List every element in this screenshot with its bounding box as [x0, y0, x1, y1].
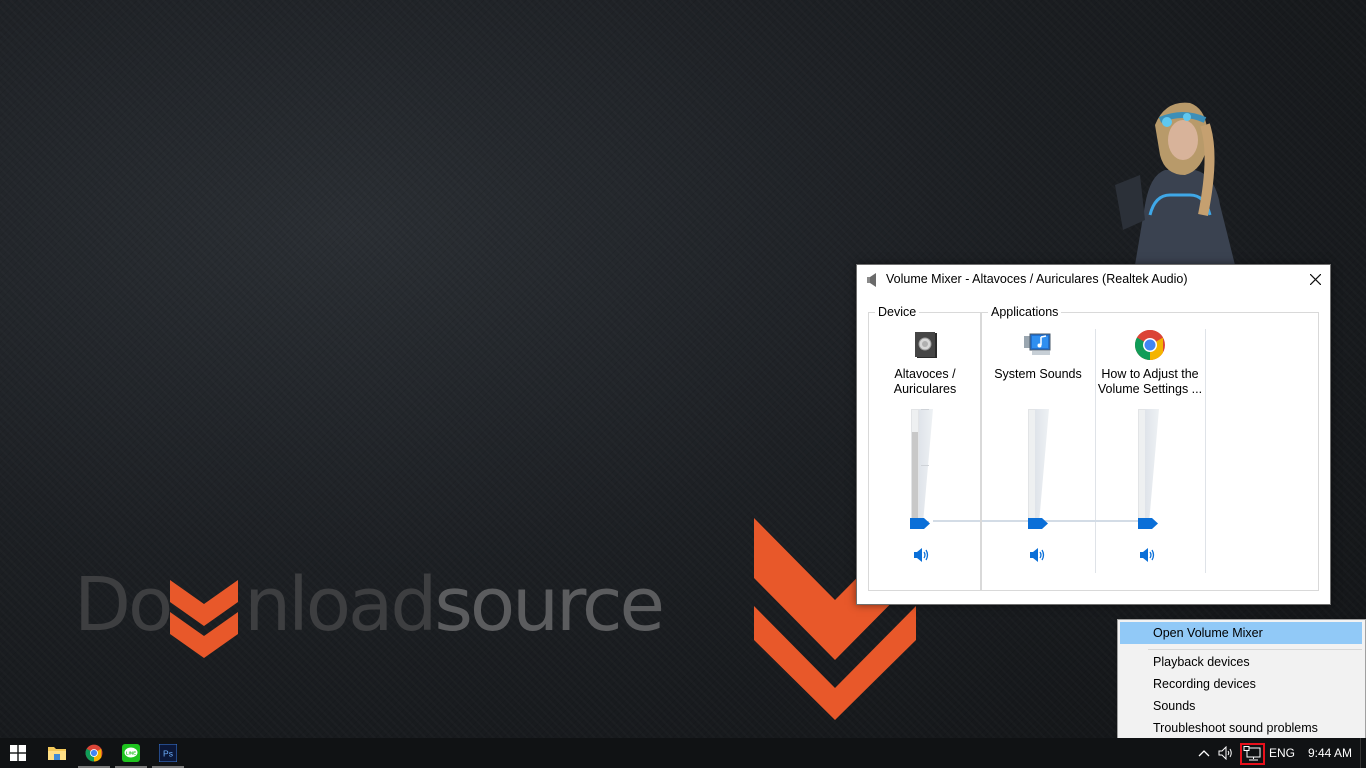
show-hidden-icons-button[interactable]	[1194, 738, 1214, 768]
volume-icon	[1218, 746, 1232, 760]
volume-mixer-window: Volume Mixer - Altavoces / Auriculares (…	[856, 264, 1331, 605]
wallpaper-character	[1115, 102, 1235, 265]
windows-icon	[10, 745, 26, 761]
channel-label: System Sounds	[983, 367, 1093, 382]
volume-track[interactable]	[1138, 409, 1146, 521]
photoshop-icon: Ps	[159, 744, 177, 762]
channel-label-line1: System Sounds	[994, 367, 1082, 381]
line-icon: LINE	[122, 744, 140, 762]
taskbar-file-explorer[interactable]	[39, 738, 75, 768]
column-separator	[1205, 329, 1206, 573]
volume-slider-thumb[interactable]	[1028, 518, 1048, 529]
logo-chevron-small-icon	[170, 580, 238, 658]
peak-meter-fill	[912, 432, 918, 520]
taskbar-line[interactable]: LINE	[113, 738, 149, 768]
logo-text-part1: Do	[74, 562, 173, 648]
menu-item-troubleshoot-sound[interactable]: Troubleshoot sound problems	[1120, 717, 1362, 739]
volume-level-wedge	[1145, 409, 1159, 521]
chrome-icon	[1134, 330, 1165, 360]
tick-mark	[921, 465, 929, 466]
folder-icon	[48, 747, 66, 760]
wallpaper-logo: Do nloadsource	[74, 568, 665, 642]
volume-tray-button[interactable]	[1215, 738, 1237, 768]
channel-label-line1: How to Adjust the	[1101, 367, 1199, 381]
chevron-up-icon	[1198, 750, 1210, 757]
mute-button-system-sounds[interactable]	[1029, 547, 1047, 563]
clock[interactable]: 9:44 AM	[1308, 738, 1352, 768]
volume-track[interactable]	[1028, 409, 1036, 521]
volume-slider-thumb[interactable]	[1138, 518, 1158, 529]
device-group: Device Altavoces / Auriculares	[868, 305, 981, 591]
applications-group: Applications System Sounds How to Adjust…	[981, 305, 1319, 591]
volume-level-wedge	[1035, 409, 1049, 521]
taskbar: LINE Ps ENG 9:44 AM	[0, 738, 1366, 768]
applications-group-label: Applications	[988, 305, 1062, 319]
language-indicator[interactable]: ENG	[1269, 738, 1295, 768]
sound-context-menu: Open Volume Mixer Playback devices Recor…	[1117, 619, 1366, 743]
mute-button-device[interactable]	[913, 547, 931, 563]
title-bar[interactable]: Volume Mixer - Altavoces / Auriculares (…	[857, 265, 1330, 295]
speaker-icon	[867, 273, 876, 287]
channel-device: Altavoces / Auriculares	[870, 329, 980, 589]
menu-item-sounds[interactable]: Sounds	[1120, 695, 1362, 717]
logo-text-part2: nload	[244, 562, 437, 648]
channel-label-line2: Auriculares	[893, 382, 957, 396]
volume-slider-thumb[interactable]	[910, 518, 930, 529]
start-button[interactable]	[0, 738, 36, 768]
mute-button-chrome[interactable]	[1139, 547, 1157, 563]
tick-mark	[921, 409, 929, 410]
device-group-label: Device	[875, 305, 920, 319]
chrome-icon	[85, 744, 103, 762]
close-icon	[1309, 274, 1321, 285]
window-title: Volume Mixer - Altavoces / Auriculares (…	[886, 272, 1188, 286]
menu-item-playback-devices[interactable]: Playback devices	[1120, 651, 1362, 673]
system-sounds-icon	[1024, 333, 1051, 355]
channel-label-line2: Volume Settings ...	[1097, 382, 1203, 396]
close-button[interactable]	[1300, 265, 1330, 294]
speaker-device-icon	[915, 332, 937, 358]
channel-label-line1: Altavoces /	[894, 367, 956, 381]
logo-text-part3: source	[434, 562, 665, 648]
menu-item-recording-devices[interactable]: Recording devices	[1120, 673, 1362, 695]
slider-connector-line	[933, 520, 980, 522]
menu-separator	[1148, 649, 1362, 650]
channel-system-sounds: System Sounds	[983, 329, 1093, 589]
menu-item-open-volume-mixer[interactable]: Open Volume Mixer	[1120, 622, 1362, 644]
svg-text:LINE: LINE	[126, 750, 136, 755]
channel-label: Altavoces / Auriculares	[870, 367, 980, 397]
show-desktop-button[interactable]	[1360, 738, 1366, 768]
volume-track[interactable]	[911, 409, 919, 521]
channel-label: How to Adjust the Volume Settings ...	[1095, 367, 1205, 397]
highlight-annotation	[1240, 743, 1265, 765]
taskbar-chrome[interactable]	[76, 738, 112, 768]
channel-chrome: How to Adjust the Volume Settings ...	[1095, 329, 1205, 589]
svg-text:Ps: Ps	[163, 749, 173, 759]
taskbar-photoshop[interactable]: Ps	[150, 738, 186, 768]
